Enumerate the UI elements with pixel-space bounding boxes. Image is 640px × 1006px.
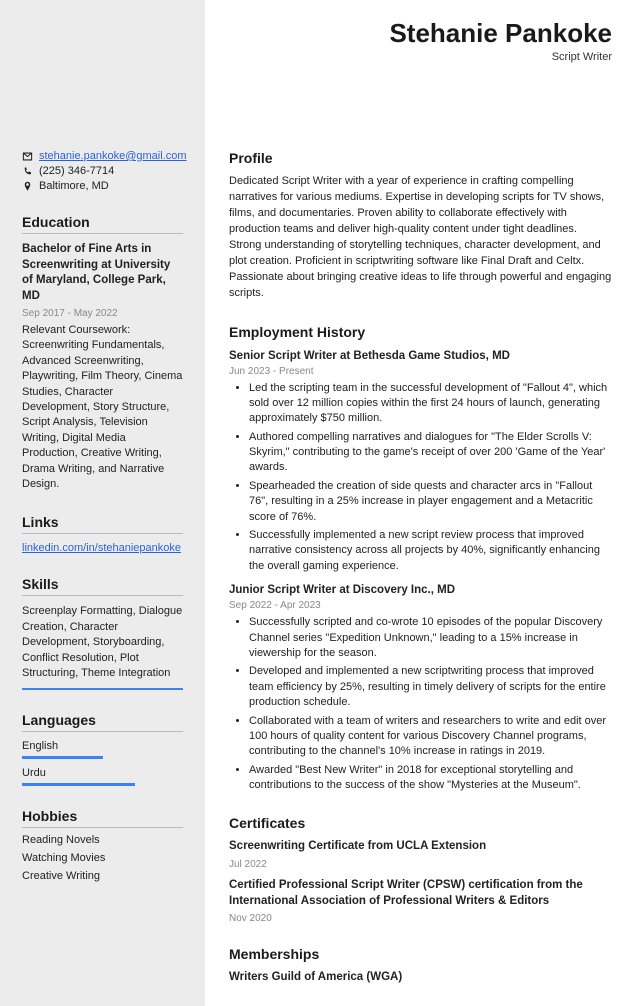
hobby-item: Watching Movies: [22, 852, 183, 864]
linkedin-link[interactable]: linkedin.com/in/stehaniepankoke: [22, 542, 183, 554]
job-bullet: Developed and implemented a new scriptwr…: [249, 664, 612, 710]
job-dates: Jun 2023 - Present: [229, 366, 612, 377]
certificate-title: Screenwriting Certificate from UCLA Exte…: [229, 839, 612, 855]
contact-location: Baltimore, MD: [39, 180, 109, 192]
languages-heading: Languages: [22, 712, 183, 732]
job-bullet: Authored compelling narratives and dialo…: [249, 430, 612, 476]
profile-text: Dedicated Script Writer with a year of e…: [229, 174, 612, 302]
contact-phone-row: (225) 346-7714: [22, 165, 183, 177]
profile-heading: Profile: [229, 150, 612, 166]
links-heading: Links: [22, 514, 183, 534]
employment-heading: Employment History: [229, 324, 612, 340]
certificate-date: Jul 2022: [229, 859, 612, 870]
membership-item: Writers Guild of America (WGA): [229, 970, 612, 986]
education-degree: Bachelor of Fine Arts in Screenwriting a…: [22, 242, 183, 304]
certificate-date: Nov 2020: [229, 913, 612, 924]
email-icon: [22, 151, 33, 162]
sidebar: stehanie.pankoke@gmail.com (225) 346-771…: [0, 0, 205, 1006]
job-bullet: Awarded "Best New Writer" in 2018 for ex…: [249, 763, 612, 794]
contact-email-link[interactable]: stehanie.pankoke@gmail.com: [39, 150, 187, 162]
skills-heading: Skills: [22, 576, 183, 596]
hobbies-heading: Hobbies: [22, 808, 183, 828]
main-column: Profile Dedicated Script Writer with a y…: [205, 0, 640, 1006]
person-role: Script Writer: [389, 51, 612, 63]
person-name: Stehanie Pankoke: [389, 18, 612, 49]
phone-icon: [22, 166, 33, 177]
skills-text: Screenplay Formatting, Dialogue Creation…: [22, 604, 183, 681]
skills-underline: [22, 685, 183, 690]
job-bullet: Successfully implemented a new script re…: [249, 528, 612, 574]
language-item: Urdu: [22, 767, 183, 779]
job-bullet: Spearheaded the creation of side quests …: [249, 479, 612, 525]
contact-email-row: stehanie.pankoke@gmail.com: [22, 150, 183, 162]
job-title: Senior Script Writer at Bethesda Game St…: [229, 350, 612, 362]
certificates-heading: Certificates: [229, 815, 612, 831]
contact-location-row: Baltimore, MD: [22, 180, 183, 192]
certificate-title: Certified Professional Script Writer (CP…: [229, 878, 612, 909]
job-bullet: Led the scripting team in the successful…: [249, 381, 612, 427]
memberships-heading: Memberships: [229, 946, 612, 962]
education-heading: Education: [22, 214, 183, 234]
education-dates: Sep 2017 - May 2022: [22, 308, 183, 319]
hobby-item: Creative Writing: [22, 870, 183, 882]
job-dates: Sep 2022 - Apr 2023: [229, 600, 612, 611]
language-item: English: [22, 740, 183, 752]
job-title: Junior Script Writer at Discovery Inc., …: [229, 584, 612, 596]
job-bullets: Led the scripting team in the successful…: [229, 381, 612, 575]
language-bar: [22, 783, 135, 786]
language-bar: [22, 756, 103, 759]
job-bullet: Collaborated with a team of writers and …: [249, 714, 612, 760]
job-bullet: Successfully scripted and co-wrote 10 ep…: [249, 615, 612, 661]
job-bullets: Successfully scripted and co-wrote 10 ep…: [229, 615, 612, 793]
location-icon: [22, 181, 33, 192]
education-coursework: Relevant Coursework: Screenwriting Funda…: [22, 323, 183, 492]
hobby-item: Reading Novels: [22, 834, 183, 846]
contact-phone: (225) 346-7714: [39, 165, 114, 177]
